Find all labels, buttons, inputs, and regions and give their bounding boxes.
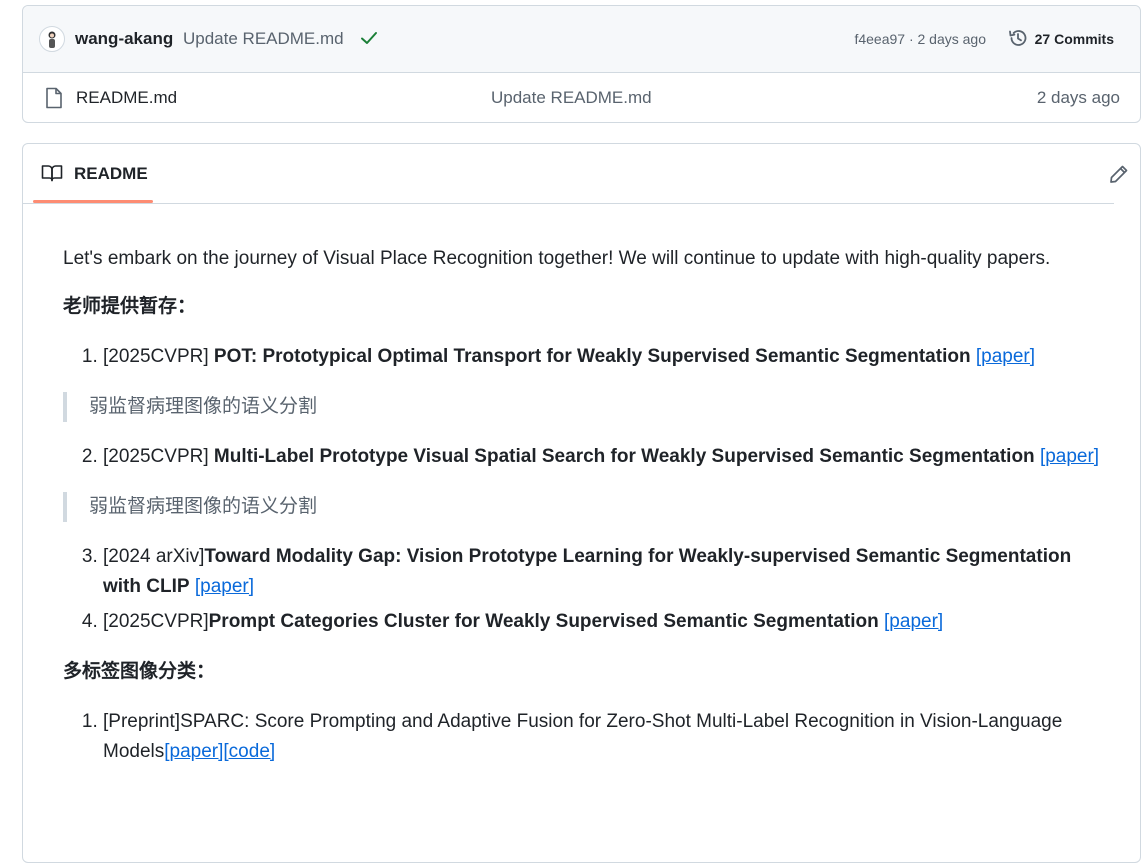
paper-link[interactable]: [paper]	[976, 346, 1035, 367]
list-item: [2025CVPR] POT: Prototypical Optimal Tra…	[103, 342, 1100, 372]
avatar[interactable]	[39, 26, 65, 52]
commit-hash-time[interactable]: f4eea97 · 2 days ago	[854, 31, 986, 47]
paper-list: [2025CVPR] Multi-Label Prototype Visual …	[63, 442, 1100, 472]
file-commit-message-link[interactable]: Update README.md	[491, 88, 652, 108]
paper-title: POT: Prototypical Optimal Transport for …	[213, 346, 971, 367]
paper-venue: [2025CVPR]	[103, 446, 214, 467]
file-icon	[46, 87, 62, 109]
latest-commit-box: wang-akang Update README.md f4eea97 · 2 …	[22, 5, 1141, 123]
section-heading: 多标签图像分类：	[63, 661, 216, 682]
file-commit-time: 2 days ago	[1036, 88, 1120, 107]
file-name-link[interactable]: README.md	[76, 88, 177, 108]
latest-commit-header: wang-akang Update README.md f4eea97 · 2 …	[23, 6, 1140, 73]
readme-tab[interactable]: README	[74, 164, 148, 184]
code-link[interactable]: [code]	[223, 741, 275, 762]
paper-link[interactable]: [paper]	[1040, 446, 1099, 467]
list-item: [2024 arXiv]Toward Modality Gap: Vision …	[103, 542, 1100, 602]
active-tab-indicator	[33, 200, 153, 203]
paper-venue: [2025CVPR]	[103, 346, 214, 367]
history-icon[interactable]	[1007, 27, 1029, 49]
paper-list: [2025CVPR] POT: Prototypical Optimal Tra…	[63, 342, 1100, 372]
paper-link[interactable]: [paper]	[195, 576, 254, 597]
readme-box: README Let's embark on the journey of Vi…	[22, 143, 1141, 863]
list-item: [Preprint]SPARC: Score Prompting and Ada…	[103, 707, 1100, 767]
readme-tabbar: README	[23, 144, 1128, 204]
paper-list: [Preprint]SPARC: Score Prompting and Ada…	[63, 707, 1100, 767]
commit-message-link[interactable]: Update README.md	[183, 29, 344, 49]
readme-content: Let's embark on the journey of Visual Pl…	[63, 244, 1100, 767]
paper-title: Prompt Categories Cluster for Weakly Sup…	[208, 611, 879, 632]
note-text: 弱监督病理图像的语义分割	[89, 396, 318, 417]
edit-pencil-icon[interactable]	[1108, 163, 1130, 185]
commits-count-link[interactable]: 27 Commits	[1035, 31, 1114, 47]
paper-list: [2024 arXiv]Toward Modality Gap: Vision …	[63, 542, 1100, 637]
paper-venue: [2025CVPR]	[103, 611, 209, 632]
book-icon	[41, 165, 63, 182]
list-item: [2025CVPR]Prompt Categories Cluster for …	[103, 607, 1100, 637]
readme-intro: Let's embark on the journey of Visual Pl…	[63, 248, 1051, 269]
section-heading: 老师提供暂存：	[63, 296, 197, 317]
paper-venue: [2024 arXiv]	[103, 546, 205, 567]
blockquote-note: 弱监督病理图像的语义分割	[63, 492, 1100, 522]
commit-author-link[interactable]: wang-akang	[75, 29, 173, 49]
blockquote-note: 弱监督病理图像的语义分割	[63, 392, 1100, 422]
check-icon[interactable]	[359, 28, 379, 48]
list-item: [2025CVPR] Multi-Label Prototype Visual …	[103, 442, 1100, 472]
paper-link[interactable]: [paper]	[164, 741, 223, 762]
paper-title: Multi-Label Prototype Visual Spatial Sea…	[213, 446, 1035, 467]
file-row[interactable]: README.md Update README.md 2 days ago	[23, 73, 1140, 123]
note-text: 弱监督病理图像的语义分割	[89, 496, 318, 517]
paper-link[interactable]: [paper]	[884, 611, 943, 632]
